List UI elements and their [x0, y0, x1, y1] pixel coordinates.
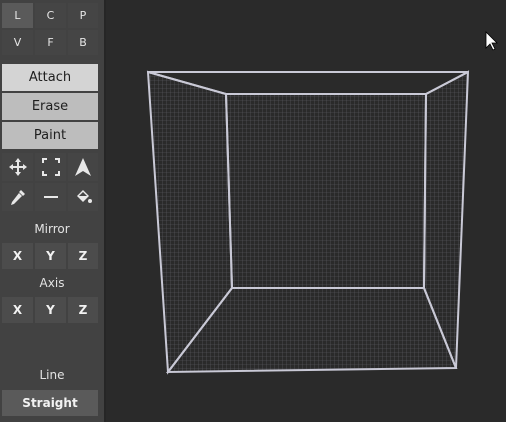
paint-button[interactable]: Paint — [2, 122, 98, 149]
attach-button[interactable]: Attach — [2, 64, 98, 91]
pointer-tool-button[interactable] — [68, 153, 98, 181]
fill-bucket-icon — [74, 188, 92, 206]
arrow-pointer-icon — [75, 158, 91, 176]
mode-button-c[interactable]: C — [35, 3, 66, 28]
axis-x-button[interactable]: X — [2, 297, 33, 323]
axis-y-button[interactable]: Y — [35, 297, 66, 323]
erase-button[interactable]: Erase — [2, 93, 98, 120]
line-label: Line — [39, 368, 65, 382]
mouse-cursor-icon — [485, 31, 498, 51]
mode-button-f[interactable]: F — [35, 30, 66, 55]
eyedropper-icon — [9, 188, 27, 206]
move-icon — [8, 158, 27, 176]
sidebar: L C P V F B Attach Erase Paint Mirror X … — [0, 0, 104, 422]
mirror-x-button[interactable]: X — [2, 243, 33, 269]
move-tool-button[interactable] — [2, 153, 33, 181]
line-icon — [42, 188, 60, 206]
line-tool-button[interactable] — [35, 183, 66, 211]
fill-tool-button[interactable] — [68, 183, 98, 211]
mode-button-v[interactable]: V — [2, 30, 33, 55]
select-box-tool-button[interactable] — [35, 153, 66, 181]
grid-room-canvas — [146, 31, 498, 375]
mode-button-b[interactable]: B — [68, 30, 98, 55]
line-mode-dropdown[interactable]: Straight — [2, 390, 98, 416]
eyedropper-tool-button[interactable] — [2, 183, 33, 211]
mirror-label: Mirror — [34, 222, 70, 236]
select-box-icon — [41, 158, 60, 176]
axis-z-button[interactable]: Z — [68, 297, 98, 323]
mirror-y-button[interactable]: Y — [35, 243, 66, 269]
mirror-z-button[interactable]: Z — [68, 243, 98, 269]
mode-button-p[interactable]: P — [68, 3, 98, 28]
axis-label: Axis — [39, 276, 65, 290]
back-wall — [224, 93, 428, 289]
mode-button-l[interactable]: L — [2, 3, 33, 28]
3d-viewport[interactable] — [106, 0, 506, 422]
